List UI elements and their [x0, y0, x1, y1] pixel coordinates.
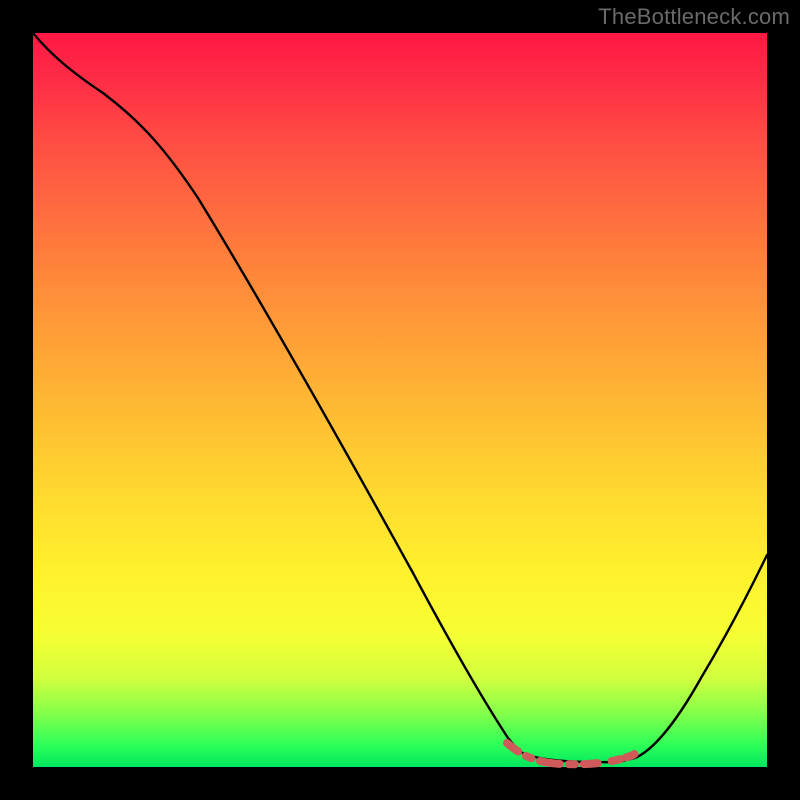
plot-area — [33, 33, 767, 767]
bottleneck-curve — [33, 33, 767, 762]
watermark-text: TheBottleneck.com — [598, 4, 790, 30]
curve-layer — [33, 33, 767, 767]
chart-frame: TheBottleneck.com — [0, 0, 800, 800]
